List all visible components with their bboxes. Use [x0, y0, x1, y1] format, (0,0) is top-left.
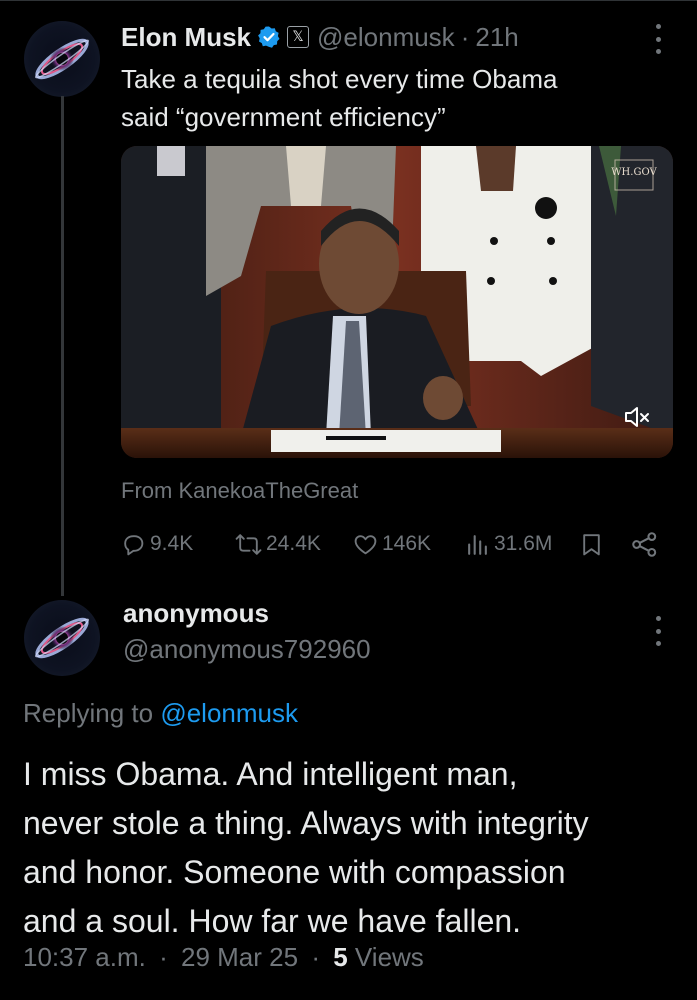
author-handle[interactable]: @elonmusk [317, 22, 455, 53]
reply-views-count: 5 [333, 942, 348, 972]
action-bar: 9.4K 24.4K 146K 31.6M [121, 526, 661, 562]
like-count: 146K [382, 532, 432, 555]
media-source[interactable]: From KanekoaTheGreat [121, 478, 358, 504]
tweet-text: Take a tequila shot every time Obama sai… [121, 60, 661, 136]
reply-author-handle[interactable]: @anonymous792960 [123, 634, 371, 665]
reply-text: I miss Obama. And intelligent man, never… [23, 750, 683, 946]
tweet-time[interactable]: 21h [475, 22, 518, 53]
replying-to: Replying to @elonmusk [23, 698, 298, 729]
mute-icon[interactable] [617, 402, 657, 432]
reply-author-name[interactable]: anonymous [123, 598, 269, 629]
watermark-text: WH.GOV [611, 167, 657, 178]
reply-button[interactable]: 9.4K [121, 526, 193, 562]
author-name[interactable]: Elon Musk [121, 22, 251, 53]
replying-to-label: Replying to [23, 698, 161, 728]
top-divider [0, 0, 697, 1]
reply-views-label: Views [354, 942, 424, 972]
share-icon[interactable] [631, 526, 662, 562]
separator: · [460, 21, 470, 52]
tweet-text-line: said “government efficiency” [121, 102, 446, 132]
tweet-header: Elon Musk 𝕏 @elonmusk · 21h [121, 20, 519, 54]
tweet-text-line: Take a tequila shot every time Obama [121, 64, 558, 94]
reply-text-line: never stole a thing. Always with integri… [23, 805, 589, 841]
reply-text-line: and honor. Someone with compassion [23, 854, 566, 890]
repost-button[interactable]: 24.4K [235, 526, 321, 562]
views-button[interactable]: 31.6M [465, 526, 552, 562]
like-icon [354, 534, 377, 554]
reply-date[interactable]: 29 Mar 25 [181, 942, 298, 972]
video-media[interactable]: WH.GOV [121, 146, 673, 458]
repost-count: 24.4K [266, 532, 321, 555]
author-avatar[interactable] [24, 21, 100, 97]
verified-badge-icon [257, 25, 281, 49]
reply-author-avatar[interactable] [24, 600, 100, 676]
reply-text-line: and a soul. How far we have fallen. [23, 903, 522, 939]
separator: · [159, 942, 168, 972]
bookmark-icon[interactable] [579, 526, 608, 562]
replying-to-handle-link[interactable]: @elonmusk [160, 698, 298, 728]
reply-time[interactable]: 10:37 a.m. [23, 942, 146, 972]
reply-count: 9.4K [150, 532, 194, 555]
views-icon [468, 534, 487, 555]
more-icon[interactable] [654, 24, 662, 54]
views-count: 31.6M [494, 532, 553, 555]
x-affiliate-icon: 𝕏 [287, 26, 310, 48]
separator: · [311, 942, 320, 972]
reply-meta: 10:37 a.m. · 29 Mar 25 · 5 Views [23, 942, 424, 973]
like-button[interactable]: 146K [353, 526, 431, 562]
repost-icon [235, 533, 262, 555]
more-icon[interactable] [654, 616, 662, 646]
reply-icon [124, 534, 144, 555]
reply-text-line: I miss Obama. And intelligent man, [23, 756, 518, 792]
thread-line [61, 96, 64, 596]
